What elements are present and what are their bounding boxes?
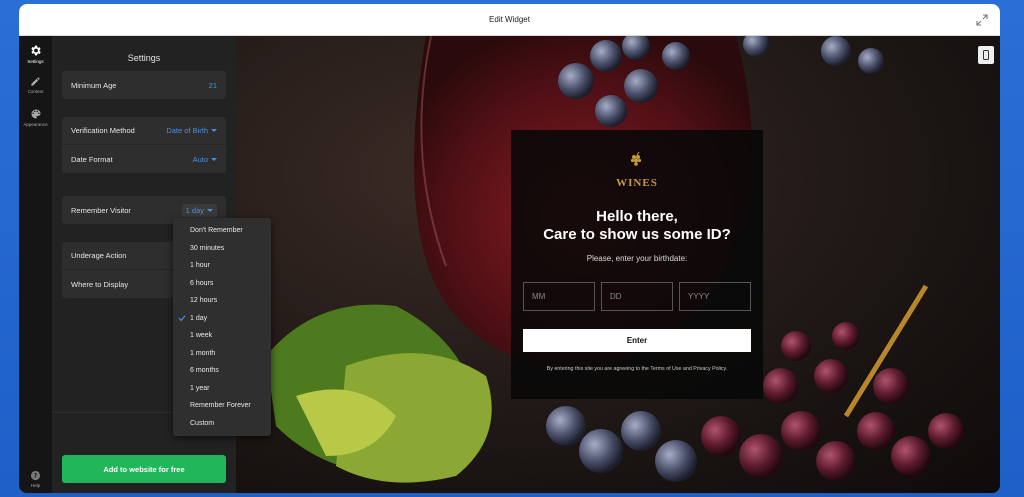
- option-label: 1 hour: [190, 262, 210, 270]
- dropdown-option[interactable]: Remember Forever: [173, 397, 271, 415]
- remember-visitor-value: 1 day: [185, 205, 204, 215]
- mobile-icon: [983, 50, 989, 60]
- sidebar-item-content[interactable]: Content: [19, 76, 52, 94]
- year-input[interactable]: YYYY: [679, 282, 751, 311]
- logo-text: WINES: [616, 177, 658, 189]
- palette-icon: [31, 109, 40, 119]
- option-label: 30 minutes: [190, 244, 225, 252]
- option-label: 6 months: [190, 367, 219, 375]
- date-format-label: Date Format: [71, 154, 113, 164]
- verification-method-value: Date of Birth: [166, 126, 208, 135]
- date-format-value: Auto: [192, 154, 208, 164]
- dropdown-option[interactable]: 1 month: [173, 345, 271, 363]
- option-label: 6 hours: [190, 279, 214, 287]
- birthdate-inputs: MM DD YYYY: [523, 282, 751, 311]
- enter-button[interactable]: Enter: [523, 329, 751, 352]
- option-label: 1 year: [190, 384, 210, 392]
- terms-text: By entering this site you are agreeing t…: [546, 366, 728, 372]
- minimum-age-value[interactable]: 21: [209, 81, 217, 90]
- option-label: 1 month: [190, 349, 216, 357]
- dropdown-option[interactable]: 6 hours: [173, 275, 271, 293]
- where-to-display-label: Where to Display: [71, 279, 129, 289]
- wines-logo: WINES: [511, 151, 763, 189]
- help-icon: ?: [30, 470, 41, 481]
- modal-heading: Hello there, Care to show us some ID?: [511, 208, 763, 244]
- grape-logo-icon: [630, 151, 642, 166]
- remember-visitor-select[interactable]: 1 day: [181, 203, 217, 217]
- date-format-row[interactable]: Date Format Auto: [62, 145, 226, 173]
- sidebar-item-help[interactable]: ? Help: [19, 470, 52, 488]
- option-label: 1 day: [190, 314, 208, 322]
- icon-sidebar: Settings Content Appearance ? Help: [19, 36, 52, 493]
- sidebar-label-settings: Settings: [27, 59, 44, 64]
- svg-text:?: ?: [34, 473, 38, 480]
- add-to-website-button[interactable]: Add to website for free: [62, 455, 226, 483]
- sidebar-label-appearance: Appearance: [23, 122, 48, 127]
- remember-visitor-label: Remember Visitor: [71, 205, 131, 215]
- widget-preview: WINES Hello there, Care to show us some …: [236, 36, 1000, 493]
- chevron-down-icon: [211, 129, 217, 132]
- sidebar-label-content: Content: [27, 89, 44, 94]
- minimum-age-row[interactable]: Minimum Age 21: [62, 71, 226, 99]
- option-label: Don't Remember: [190, 227, 243, 235]
- dropdown-option[interactable]: 1 week: [173, 327, 271, 345]
- minimum-age-card: Minimum Age 21: [62, 71, 226, 99]
- settings-title: Settings: [127, 53, 161, 63]
- verification-method-select[interactable]: Date of Birth: [166, 126, 217, 135]
- modal-subtitle: Please, enter your birthdate:: [586, 254, 688, 263]
- verification-card: Verification Method Date of Birth Date F…: [62, 117, 226, 173]
- verification-method-label: Verification Method: [71, 126, 135, 135]
- edit-widget-window: Edit Widget Settings Content Appearance: [19, 4, 1000, 493]
- date-format-select[interactable]: Auto: [193, 155, 217, 164]
- dropdown-option[interactable]: 12 hours: [173, 292, 271, 310]
- dropdown-option[interactable]: 30 minutes: [173, 240, 271, 258]
- heading-line-2: Care to show us some ID?: [543, 226, 731, 243]
- month-input[interactable]: MM: [523, 282, 595, 311]
- underage-action-label: Underage Action: [71, 251, 127, 260]
- pencil-icon: [31, 77, 40, 86]
- sidebar-item-settings[interactable]: Settings: [19, 44, 52, 64]
- gear-icon: [31, 45, 41, 56]
- age-verification-modal: WINES Hello there, Care to show us some …: [511, 130, 763, 399]
- day-input[interactable]: DD: [601, 282, 673, 311]
- dropdown-option[interactable]: Custom: [173, 415, 271, 433]
- sidebar-label-help: Help: [30, 483, 41, 488]
- option-label: Custom: [190, 419, 215, 427]
- chevron-down-icon: [207, 208, 213, 212]
- sidebar-item-appearance[interactable]: Appearance: [19, 108, 52, 127]
- title-bar: Edit Widget: [19, 4, 1000, 36]
- dropdown-option[interactable]: 1 hour: [173, 257, 271, 275]
- expand-icon[interactable]: [976, 14, 988, 26]
- remember-visitor-dropdown: Don't Remember 30 minutes 1 hour 6 hours…: [173, 218, 271, 436]
- chevron-down-icon: [211, 157, 217, 161]
- verification-method-row[interactable]: Verification Method Date of Birth: [62, 117, 226, 145]
- heading-line-1: Hello there,: [596, 208, 678, 225]
- window-title: Edit Widget: [489, 15, 530, 24]
- option-label: 12 hours: [190, 297, 218, 305]
- dropdown-option-selected[interactable]: 1 day: [173, 310, 271, 328]
- mobile-preview-toggle[interactable]: [978, 46, 994, 64]
- dropdown-option[interactable]: 6 months: [173, 362, 271, 380]
- dropdown-option[interactable]: 1 year: [173, 380, 271, 398]
- dropdown-option[interactable]: Don't Remember: [173, 222, 271, 240]
- checkmark-icon: [178, 314, 186, 321]
- option-label: Remember Forever: [190, 402, 251, 410]
- option-label: 1 week: [190, 332, 213, 340]
- minimum-age-label: Minimum Age: [71, 80, 117, 90]
